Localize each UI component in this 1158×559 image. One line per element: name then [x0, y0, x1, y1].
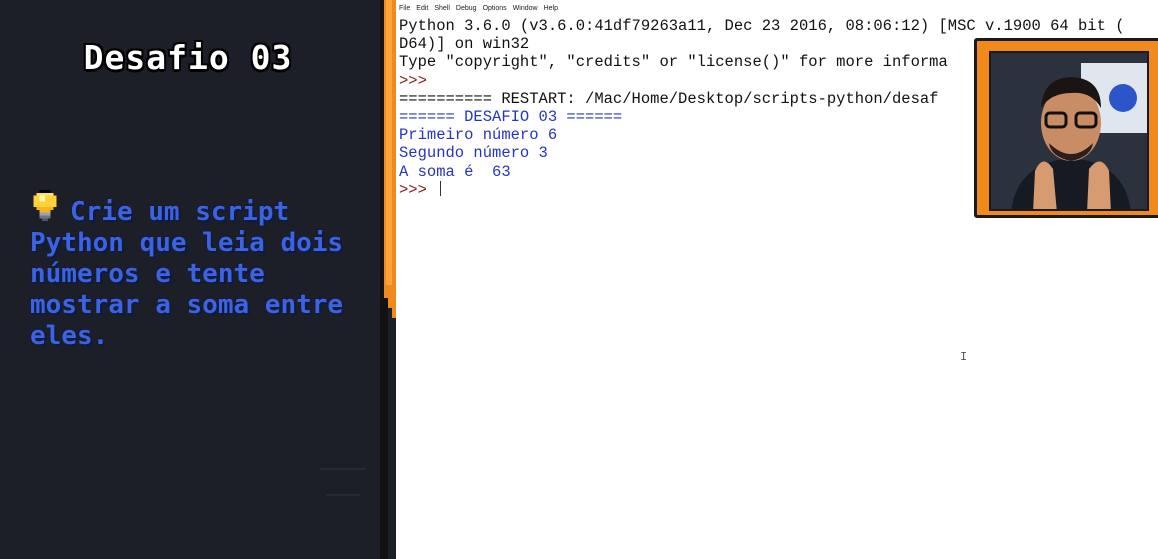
menu-shell[interactable]: Shell: [431, 3, 453, 15]
text-caret: [440, 180, 442, 196]
divider: [326, 494, 360, 496]
challenge-panel: Desafio 03 Crie um script Python que lei…: [0, 0, 380, 559]
menu-bar: File Edit Shell Debug Options Window Hel…: [396, 3, 561, 15]
mouse-ibeam-cursor-icon: I: [960, 350, 968, 364]
webcam-overlay: [974, 38, 1158, 218]
menu-help[interactable]: Help: [541, 3, 561, 15]
challenge-title: Desafio 03: [83, 38, 293, 77]
menu-window[interactable]: Window: [510, 3, 541, 15]
menu-edit[interactable]: Edit: [413, 3, 431, 15]
divider: [320, 468, 366, 470]
lightbulb-icon: [33, 190, 57, 222]
shell-line: Python 3.6.0 (v3.6.0:41df79263a11, Dec 2…: [399, 17, 1125, 35]
menu-file[interactable]: File: [396, 3, 413, 15]
challenge-description-text: Crie um script Python que leia dois núme…: [30, 197, 344, 351]
shell-prompt: >>>: [399, 180, 437, 199]
menu-options[interactable]: Options: [480, 3, 510, 15]
challenge-description: Crie um script Python que leia dois núme…: [30, 190, 360, 352]
presenter-video: [989, 51, 1149, 211]
menu-debug[interactable]: Debug: [453, 3, 480, 15]
presenter-image: [991, 53, 1147, 209]
